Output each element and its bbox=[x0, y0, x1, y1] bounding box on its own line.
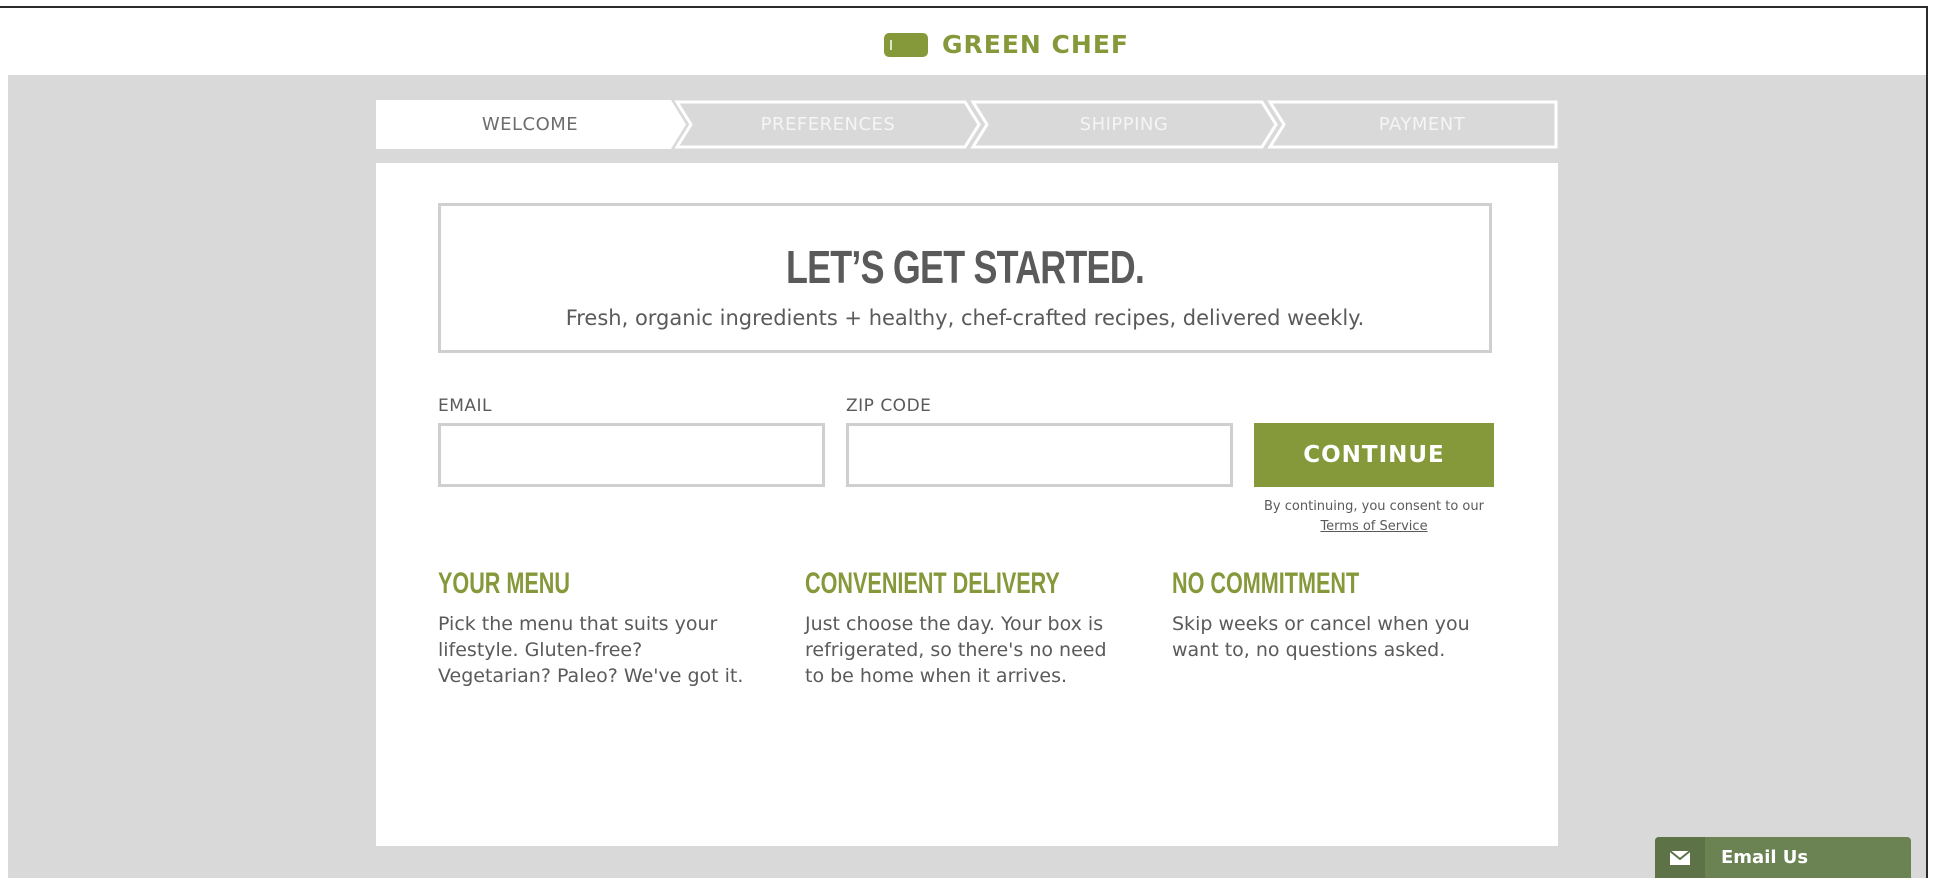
terms-of-service-link[interactable]: Terms of Service bbox=[1320, 519, 1427, 534]
brand-name: GREEN CHEF bbox=[942, 30, 1129, 59]
site-header: GREEN CHEF bbox=[8, 8, 1926, 75]
hero-title: LET’S GET STARTED. bbox=[785, 241, 1145, 293]
step-welcome: WELCOME bbox=[481, 114, 579, 135]
email-input[interactable] bbox=[438, 423, 825, 487]
consent-notice: By continuing, you consent to our Terms … bbox=[1254, 497, 1494, 537]
email-us-button[interactable]: Email Us bbox=[1655, 837, 1911, 878]
logo-box-icon bbox=[884, 32, 928, 57]
progress-steps: WELCOME PREFERENCES SHIPPING PAYMENT bbox=[376, 100, 1558, 149]
continue-button[interactable]: CONTINUE bbox=[1254, 423, 1494, 487]
feature-text: Skip weeks or cancel when you want to, n… bbox=[1172, 613, 1470, 661]
consent-text: By continuing, you consent to our bbox=[1264, 499, 1484, 514]
zip-code-input[interactable] bbox=[846, 423, 1233, 487]
feature-your-menu: YOUR MENU Pick the menu that suits your … bbox=[438, 569, 758, 689]
envelope-icon bbox=[1655, 837, 1705, 878]
window-right-border bbox=[1926, 6, 1928, 878]
feature-title: NO COMMITMENT bbox=[1172, 567, 1360, 600]
feature-text: Pick the menu that suits your lifestyle.… bbox=[438, 613, 744, 687]
brand-logo[interactable]: GREEN CHEF bbox=[884, 30, 1129, 59]
email-label: EMAIL bbox=[438, 396, 493, 416]
envelope-icon-svg bbox=[1669, 849, 1691, 865]
email-us-label: Email Us bbox=[1721, 847, 1809, 868]
feature-convenient-delivery: CONVENIENT DELIVERY Just choose the day.… bbox=[805, 569, 1125, 689]
feature-no-commitment: NO COMMITMENT Skip weeks or cancel when … bbox=[1172, 569, 1492, 663]
feature-title: YOUR MENU bbox=[438, 567, 571, 600]
zip-code-label: ZIP CODE bbox=[846, 396, 932, 416]
hero-subtitle: Fresh, organic ingredients + healthy, ch… bbox=[565, 306, 1365, 330]
feature-title: CONVENIENT DELIVERY bbox=[805, 567, 1060, 600]
step-shipping: SHIPPING bbox=[1079, 114, 1169, 135]
hero-box: LET’S GET STARTED. Fresh, organic ingred… bbox=[438, 203, 1492, 353]
feature-text: Just choose the day. Your box is refrige… bbox=[805, 613, 1107, 687]
signup-card: LET’S GET STARTED. Fresh, organic ingred… bbox=[376, 163, 1558, 846]
step-payment: PAYMENT bbox=[1378, 114, 1466, 135]
step-preferences: PREFERENCES bbox=[760, 114, 896, 135]
